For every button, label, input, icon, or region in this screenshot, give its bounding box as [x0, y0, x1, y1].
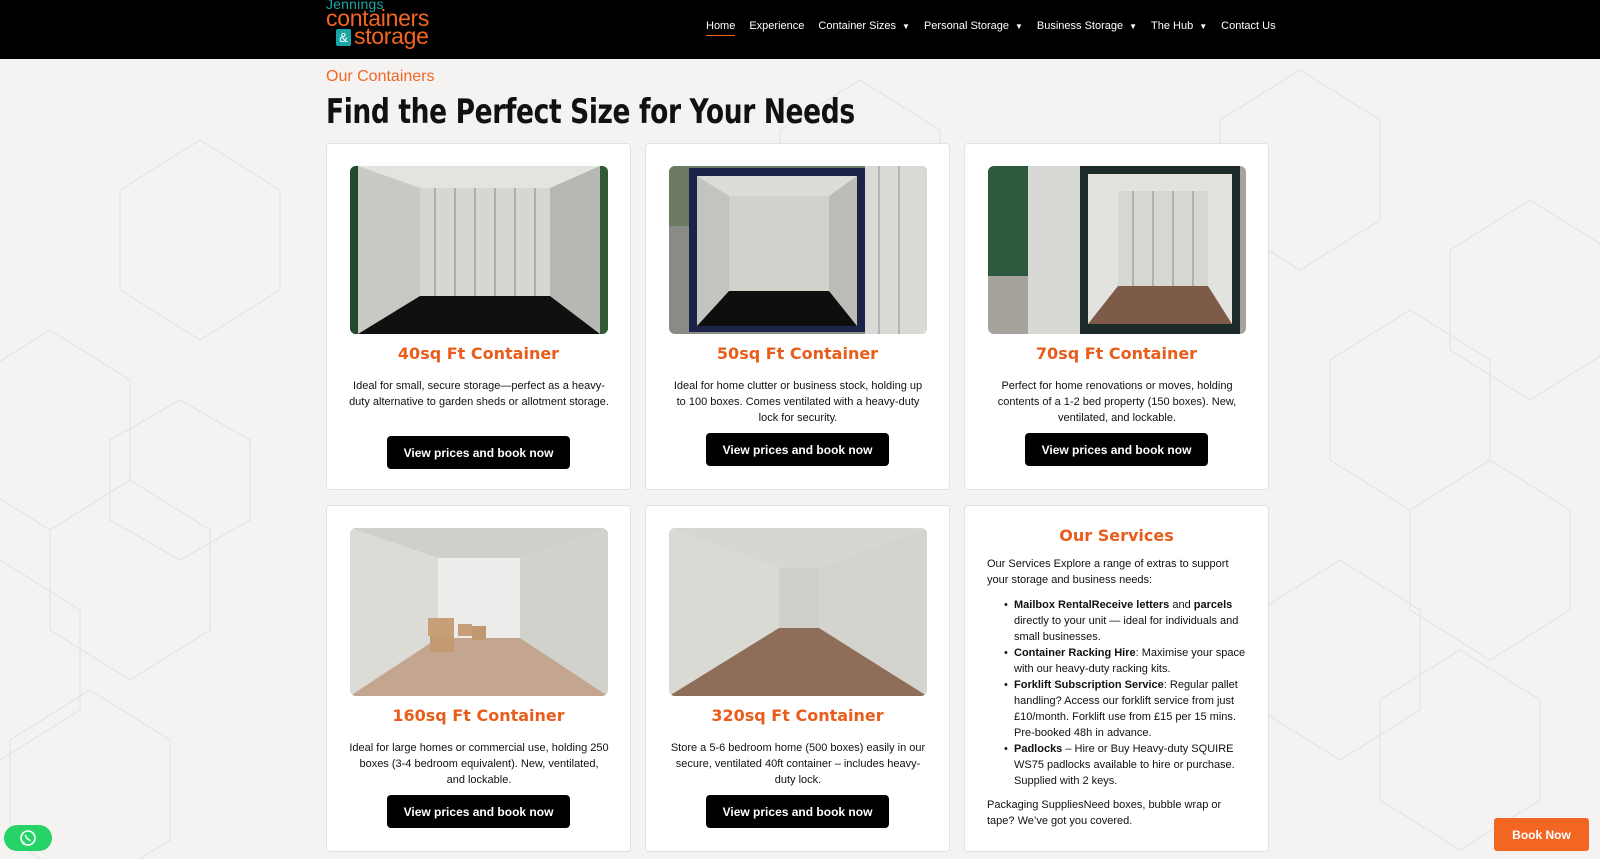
container-description: Ideal for home clutter or business stock…	[673, 380, 923, 424]
container-description: Store a 5-6 bedroom home (500 boxes) eas…	[670, 742, 926, 786]
container-photo	[350, 528, 608, 696]
container-description: Ideal for small, secure storage—perfect …	[349, 380, 609, 408]
nav-label: Experience	[749, 20, 805, 32]
service-name: parcels	[1193, 599, 1233, 611]
nav-item-container-sizes[interactable]: Container Sizes ▼	[818, 16, 910, 36]
section-eyebrow: Our Containers	[326, 68, 435, 85]
container-title: 40sq Ft Container	[397, 344, 560, 363]
container-card-320: 320sq Ft Container Store a 5-6 bedroom h…	[645, 505, 950, 852]
view-prices-button[interactable]: View prices and book now	[387, 795, 570, 828]
container-card-70: 70sq Ft Container Perfect for home renov…	[964, 143, 1269, 490]
view-prices-button[interactable]: View prices and book now	[1025, 433, 1208, 466]
container-card-50: 50sq Ft Container Ideal for home clutter…	[645, 143, 950, 490]
container-photo	[988, 166, 1246, 334]
container-title: 160sq Ft Container	[392, 706, 565, 725]
nav-label: Contact Us	[1221, 20, 1276, 32]
site-logo[interactable]: Jennings containers & storage	[326, 0, 446, 56]
service-text: and	[1169, 599, 1194, 611]
service-name: Forklift Subscription Service	[1014, 679, 1164, 691]
list-item: Container Racking Hire: Maximise your sp…	[1004, 645, 1249, 677]
nav-item-the-hub[interactable]: The Hub ▼	[1151, 16, 1207, 36]
nav-item-contact-us[interactable]: Contact Us	[1221, 16, 1275, 36]
logo-ampersand: &	[336, 29, 351, 46]
container-description: Perfect for home renovations or moves, h…	[997, 380, 1237, 424]
nav-label: Container Sizes	[818, 20, 897, 32]
container-description: Ideal for large homes or commercial use,…	[349, 742, 609, 786]
main-nav: Home Experience Container Sizes ▼ Person…	[706, 16, 1290, 38]
service-name: Mailbox RentalReceive letters	[1014, 599, 1170, 611]
nav-label: Home	[706, 19, 736, 32]
chevron-down-icon: ▼	[902, 21, 910, 31]
nav-item-experience[interactable]: Experience	[749, 16, 804, 36]
nav-item-home[interactable]: Home	[706, 16, 736, 36]
whatsapp-icon	[20, 830, 36, 846]
service-name: Padlocks	[1014, 743, 1063, 755]
container-photo	[669, 166, 927, 334]
view-prices-button[interactable]: View prices and book now	[706, 433, 889, 466]
chevron-down-icon: ▼	[1014, 21, 1023, 31]
services-title: Our Services	[1059, 526, 1174, 545]
list-item: Padlocks – Hire or Buy Heavy-duty SQUIRE…	[1004, 741, 1249, 789]
chevron-down-icon: ▼	[1199, 21, 1208, 31]
container-photo	[669, 528, 927, 696]
nav-label: Business Storage	[1036, 20, 1124, 32]
chevron-down-icon: ▼	[1129, 21, 1138, 31]
site-header: Jennings containers & storage Home Exper…	[0, 0, 1600, 59]
logo-text-storage: storage	[354, 23, 429, 49]
nav-item-business-storage[interactable]: Business Storage ▼	[1037, 16, 1137, 36]
container-card-160: 160sq Ft Container Ideal for large homes…	[326, 505, 631, 852]
service-text: directly to your unit — ideal for indivi…	[1014, 615, 1239, 643]
view-prices-button[interactable]: View prices and book now	[387, 436, 570, 469]
services-card: Our Services Our Services Explore a rang…	[964, 505, 1269, 852]
service-name: Container Racking Hire	[1014, 647, 1136, 659]
list-item: Forklift Subscription Service: Regular p…	[1004, 677, 1249, 741]
book-now-button[interactable]: Book Now	[1494, 818, 1589, 851]
nav-item-personal-storage[interactable]: Personal Storage ▼	[924, 16, 1023, 36]
services-intro: Our Services Explore a range of extras t…	[987, 558, 1229, 586]
list-item: Mailbox RentalReceive letters and parcel…	[1004, 597, 1249, 645]
nav-label: Personal Storage	[923, 20, 1009, 32]
services-outro: Packaging SuppliesNeed boxes, bubble wra…	[987, 799, 1222, 827]
container-card-40: 40sq Ft Container Ideal for small, secur…	[326, 143, 631, 490]
container-title: 50sq Ft Container	[716, 344, 879, 363]
container-title: 320sq Ft Container	[711, 706, 884, 725]
page-title: Find the Perfect Size for Your Needs	[326, 92, 855, 132]
container-photo	[350, 166, 608, 334]
services-list: Mailbox RentalReceive letters and parcel…	[1004, 597, 1249, 789]
nav-label: The Hub	[1151, 20, 1194, 32]
view-prices-button[interactable]: View prices and book now	[706, 795, 889, 828]
container-title: 70sq Ft Container	[1035, 344, 1198, 363]
whatsapp-button[interactable]	[4, 825, 52, 851]
